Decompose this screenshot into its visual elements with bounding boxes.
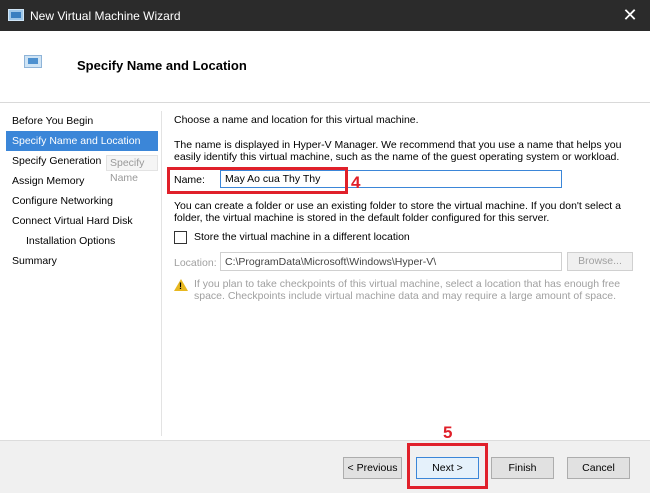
nav-item-summary[interactable]: Summary bbox=[6, 251, 158, 271]
hyper-v-app-icon bbox=[8, 9, 24, 21]
annotation-box-next bbox=[407, 443, 488, 489]
name-help-text: The name is displayed in Hyper-V Manager… bbox=[174, 139, 622, 163]
store-location-label[interactable]: Store the virtual machine in a different… bbox=[194, 231, 410, 243]
nav-item-before-you-begin[interactable]: Before You Begin bbox=[6, 111, 158, 131]
nav-item-installation-options[interactable]: Installation Options bbox=[6, 231, 158, 251]
close-icon[interactable]: ✕ bbox=[610, 0, 650, 31]
previous-button[interactable]: < Previous bbox=[343, 457, 402, 479]
page-title: Specify Name and Location bbox=[77, 58, 247, 73]
nav-item-connect-virtual-hard-disk[interactable]: Connect Virtual Hard Disk bbox=[6, 211, 158, 231]
wizard-step-nav: Before You Begin Specify Name and Locati… bbox=[6, 111, 158, 271]
annotation-number-5: 5 bbox=[443, 423, 453, 442]
location-input[interactable] bbox=[220, 252, 562, 271]
annotation-box-name bbox=[167, 167, 348, 194]
finish-button[interactable]: Finish bbox=[491, 457, 554, 479]
checkpoint-warning-text: If you plan to take checkpoints of this … bbox=[194, 278, 621, 302]
location-label: Location: bbox=[174, 257, 217, 269]
title-bar: New Virtual Machine Wizard ✕ bbox=[0, 0, 650, 31]
intro-text: Choose a name and location for this virt… bbox=[174, 114, 419, 126]
vm-monitor-icon bbox=[24, 55, 42, 68]
browse-button[interactable]: Browse... bbox=[567, 252, 633, 271]
wizard-body: Before You Begin Specify Name and Locati… bbox=[0, 103, 650, 440]
nav-tooltip: Specify Name bbox=[106, 155, 158, 184]
wizard-header: Specify Name and Location bbox=[0, 31, 650, 103]
annotation-number-4: 4 bbox=[351, 173, 361, 192]
store-location-checkbox[interactable] bbox=[174, 231, 187, 244]
folder-help-text: You can create a folder or use an existi… bbox=[174, 200, 621, 224]
warning-icon-mark: ! bbox=[179, 281, 182, 291]
nav-item-configure-networking[interactable]: Configure Networking bbox=[6, 191, 158, 211]
cancel-button[interactable]: Cancel bbox=[567, 457, 630, 479]
nav-divider bbox=[161, 111, 162, 436]
nav-item-specify-name-and-location[interactable]: Specify Name and Location bbox=[6, 131, 158, 151]
wizard-footer: < Previous Next > Finish Cancel bbox=[0, 440, 650, 493]
window-title: New Virtual Machine Wizard bbox=[30, 9, 181, 23]
